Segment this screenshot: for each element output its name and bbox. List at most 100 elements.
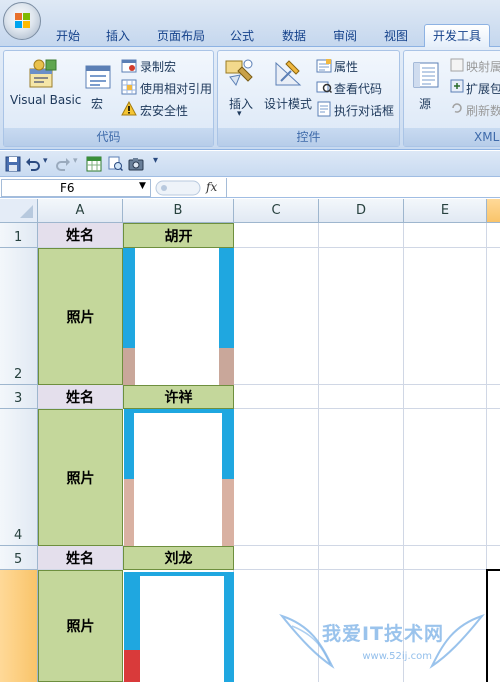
design-mode-button[interactable]: 设计模式 [264,95,312,112]
row-number-5: 5 [14,552,23,567]
column-header-a[interactable]: A [38,199,123,223]
photo-image[interactable] [124,572,234,682]
name-box-dropdown-icon[interactable]: ▼ [139,181,146,191]
row-header-3[interactable]: 3 [0,385,38,409]
map-properties-icon [450,58,464,72]
controls-group-title: 控件 [218,128,399,146]
cell-b3[interactable]: 许祥 [123,385,234,409]
redo-icon[interactable] [55,156,71,172]
tab-review[interactable]: 审阅 [329,25,361,47]
tab-insert[interactable]: 插入 [102,25,134,47]
refresh-data-button[interactable]: 刷新数 [466,102,500,119]
column-header-e[interactable]: E [404,199,487,223]
view-code-button[interactable]: 查看代码 [334,80,382,97]
cell-a4[interactable]: 照片 [38,409,123,546]
photo-redaction [140,576,224,682]
photo-shirt-left [124,650,140,682]
macros-button[interactable]: 宏 [91,95,103,112]
cell-b1[interactable]: 胡开 [123,223,234,248]
grid-line-row1 [234,247,500,248]
controls-group: 插入 ▾ 设计模式 属性 查看代码 执行对话框 控件 [217,50,400,147]
row-number-2: 2 [14,367,23,382]
formula-bar-separator [226,178,227,198]
photo-image[interactable] [124,409,234,546]
tab-home[interactable]: 开始 [52,25,84,47]
expansion-packs-icon [450,79,464,93]
quick-access-toolbar: ▾ ▾ ▾ [0,151,500,177]
record-macro-button[interactable]: 录制宏 [140,58,176,75]
customize-toolbar-icon[interactable]: ▾ [153,155,158,166]
undo-icon[interactable] [25,156,41,172]
watermark: 我爱IT技术网 www.52ij.com [272,596,492,676]
row-header-2[interactable]: 2 [0,248,38,385]
run-dialog-icon [317,101,331,117]
office-button[interactable] [3,2,41,40]
select-all-triangle-icon [20,205,33,218]
row-number-4: 4 [14,528,23,543]
column-header-f[interactable] [487,199,500,223]
photo-image[interactable] [123,248,234,385]
watermark-text: 我爱IT技术网 [321,623,444,645]
expansion-packs-button[interactable]: 扩展包 [466,80,500,97]
ribbon-tab-bar: 开始 插入 页面布局 公式 数据 审阅 视图 开发工具 [0,0,500,48]
xml-group-title: XML [404,128,500,146]
insert-dropdown-icon[interactable]: ▾ [237,109,242,119]
macro-security-button[interactable]: 宏安全性 [140,102,188,119]
warning-icon [121,101,137,116]
row-number-3: 3 [14,391,23,406]
grid-line-row5 [234,569,500,570]
view-code-icon [316,81,332,94]
macros-icon [85,65,111,89]
grid-line-row2 [234,384,500,385]
visual-basic-icon [29,59,57,88]
undo-dropdown-icon[interactable]: ▾ [43,156,48,166]
insert-function-button[interactable]: fx [206,180,217,194]
tab-page-layout[interactable]: 页面布局 [152,25,210,47]
tab-developer[interactable]: 开发工具 [424,24,490,48]
properties-button[interactable]: 属性 [334,58,358,75]
photo-redaction [134,413,222,546]
grid-line-row3 [234,408,500,409]
cell-a3[interactable]: 姓名 [38,385,123,409]
cell-a5[interactable]: 姓名 [38,546,123,570]
row-header-5[interactable]: 5 [0,546,38,570]
relative-reference-icon [121,79,137,95]
photo-redaction [135,248,219,385]
visual-basic-button[interactable]: Visual Basic [10,93,81,107]
row-header-4[interactable]: 4 [0,409,38,546]
name-box[interactable]: F6 [1,179,151,197]
formula-input[interactable] [230,180,496,196]
record-macro-icon [121,59,137,73]
cell-a1[interactable]: 姓名 [38,223,123,248]
cell-a2[interactable]: 照片 [38,248,123,385]
run-dialog-button[interactable]: 执行对话框 [334,102,394,119]
source-icon [413,62,439,88]
row-header-1[interactable]: 1 [0,223,38,248]
spreadsheet-icon[interactable] [86,156,102,172]
refresh-data-icon [452,103,462,113]
camera-icon[interactable] [128,156,144,172]
source-button[interactable]: 源 [419,95,431,112]
row-header-6[interactable] [0,570,38,682]
cell-b5[interactable]: 刘龙 [123,546,234,570]
tab-formulas[interactable]: 公式 [226,25,258,47]
print-preview-icon[interactable] [107,156,123,172]
select-all-button[interactable] [0,199,38,223]
relative-references-button[interactable]: 使用相对引用 [140,80,212,97]
save-icon[interactable] [5,156,21,172]
column-header-c[interactable]: C [234,199,319,223]
insert-controls-icon [225,59,253,87]
cell-a6[interactable]: 照片 [38,570,123,682]
ribbon-panel: Visual Basic 宏 录制宏 使用相对引用 宏安全性 代码 插入 ▾ 设… [0,47,500,150]
formula-bar-divider-icon [155,180,201,196]
map-properties-button[interactable]: 映射属 [466,58,500,75]
watermark-url: www.52ij.com [362,651,432,662]
photo-shoulder-right [219,348,234,385]
tab-data[interactable]: 数据 [278,25,310,47]
tab-view[interactable]: 视图 [380,25,412,47]
column-header-d[interactable]: D [319,199,404,223]
column-header-b[interactable]: B [123,199,234,223]
formula-bar: F6 ▼ fx [0,178,500,198]
redo-dropdown-icon[interactable]: ▾ [73,156,78,166]
photo-shoulder-left [124,479,134,546]
